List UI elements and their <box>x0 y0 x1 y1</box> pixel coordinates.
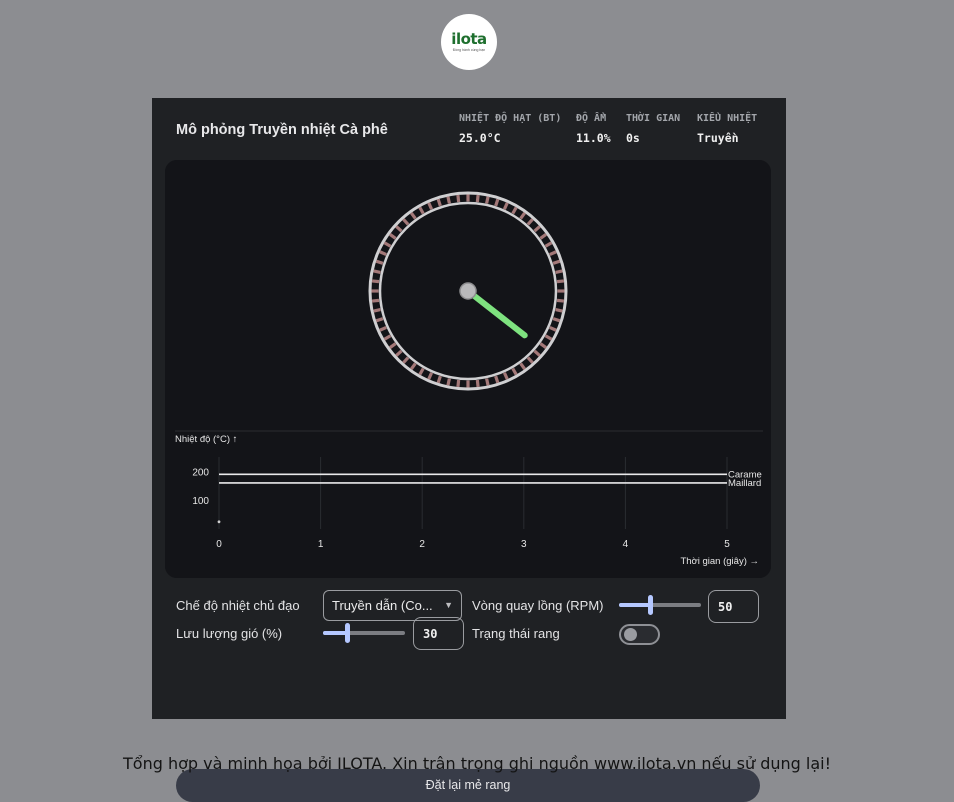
drum-vane <box>436 198 442 207</box>
drum-vane <box>446 378 451 386</box>
chevron-down-icon: ▼ <box>444 600 453 610</box>
header-bar: Mô phỏng Truyền nhiệt Cà phê NHIỆT ĐỘ HẠ… <box>152 98 786 156</box>
chart-series <box>217 520 221 524</box>
drum-vane <box>485 196 490 204</box>
drum-vane <box>375 317 384 323</box>
x-tick-label: 4 <box>623 539 629 550</box>
drum-vane <box>475 194 480 203</box>
airflow-input[interactable]: 30 <box>413 617 464 650</box>
x-tick-label: 2 <box>419 539 425 550</box>
drum-vane <box>555 269 563 274</box>
roast-state-toggle[interactable] <box>619 624 660 645</box>
toggle-knob <box>624 628 637 641</box>
heat-mode-value: Truyền dẫn (Co... <box>332 598 433 613</box>
drum-vane <box>456 194 461 203</box>
simulator-panel: Mô phỏng Truyền nhiệt Cà phê NHIỆT ĐỘ HẠ… <box>152 98 786 802</box>
controls-area: Chế độ nhiệt chủ đạo Truyền dẫn (Co... ▼… <box>152 578 786 802</box>
reference-line-label: Maillard <box>728 478 761 489</box>
drum-vane <box>556 279 565 284</box>
drum-speed-slider[interactable] <box>619 595 701 615</box>
x-tick-label: 1 <box>318 539 324 550</box>
chart-y-axis-label: Nhiệt độ (°C) ↑ <box>175 434 237 445</box>
ilota-logo: ilota Đồng hành cùng bạn <box>441 14 497 70</box>
stat-label: THỜI GIAN <box>626 113 681 124</box>
drum-vane <box>552 259 561 265</box>
drum-speed-label: Vòng quay lồng (RPM) <box>472 598 604 613</box>
drum-vane <box>552 317 561 323</box>
reset-batch-button[interactable]: Đặt lại mẻ rang <box>176 769 760 802</box>
drum-vane <box>375 259 384 265</box>
drum-vane <box>556 298 565 303</box>
data-point <box>217 520 221 524</box>
x-tick-label: 3 <box>521 539 527 550</box>
drum-vane <box>373 308 381 313</box>
stat-moisture: ĐỘ ẨM 11.0% <box>576 113 611 145</box>
slider-fill <box>323 631 348 635</box>
stat-label: ĐỘ ẨM <box>576 113 607 124</box>
stat-bean-temp: NHIỆT ĐỘ HẠT (BT) 25.0°C <box>459 113 561 145</box>
airflow-label: Lưu lượng gió (%) <box>176 626 283 641</box>
heat-mode-label: Chế độ nhiệt chủ đạo <box>176 598 300 613</box>
slider-thumb[interactable] <box>647 595 653 615</box>
drum-vane <box>475 379 480 388</box>
slider-thumb[interactable] <box>345 623 351 643</box>
drum-vane <box>371 279 380 284</box>
logo-tagline: Đồng hành cùng bạn <box>452 48 486 52</box>
drum-vane <box>456 379 461 388</box>
stat-value: 11.0% <box>576 131 611 145</box>
drum-vane <box>446 196 451 204</box>
visualization-area: Nhiệt độ (°C) ↑ Carame Maillard 012345 20… <box>165 160 771 578</box>
stat-heat-type: KIỂU NHIỆT Truyền <box>697 113 757 145</box>
drum-vane <box>555 308 563 313</box>
chart-x-axis-label: Thời gian (giây) → <box>680 556 759 567</box>
slider-fill <box>619 603 651 607</box>
app-title: Mô phỏng Truyền nhiệt Cà phê <box>176 122 388 138</box>
y-tick-label: 100 <box>192 496 209 507</box>
drum-vane <box>373 269 381 274</box>
stat-value: 0s <box>626 131 640 145</box>
footer-credit: Tổng hợp và minh họa bởi ILOTA. Xin trân… <box>123 754 831 773</box>
stat-label: KIỂU NHIỆT <box>697 113 758 124</box>
stat-label: NHIỆT ĐỘ HẠT (BT) <box>459 113 562 124</box>
drum-and-chart: Nhiệt độ (°C) ↑ CarameMaillard 012345 20… <box>165 160 771 578</box>
airflow-slider[interactable] <box>323 623 405 643</box>
drum-vane <box>485 378 490 386</box>
drum-vane <box>436 375 442 384</box>
drum-hub <box>459 282 477 300</box>
y-tick-label: 200 <box>192 467 209 478</box>
stat-value: Truyền <box>697 131 739 145</box>
stat-time: THỜI GIAN 0s <box>626 113 680 145</box>
drum-vane <box>371 298 380 303</box>
drum-vane <box>494 198 500 207</box>
stat-value: 25.0°C <box>459 131 501 145</box>
roast-state-label: Trạng thái rang <box>472 626 560 641</box>
drum-speed-input[interactable]: 50 <box>708 590 759 623</box>
x-tick-label: 0 <box>216 539 222 550</box>
logo-wordmark: ilota <box>451 30 487 48</box>
drum-vane <box>494 375 500 384</box>
x-tick-label: 5 <box>724 539 730 550</box>
